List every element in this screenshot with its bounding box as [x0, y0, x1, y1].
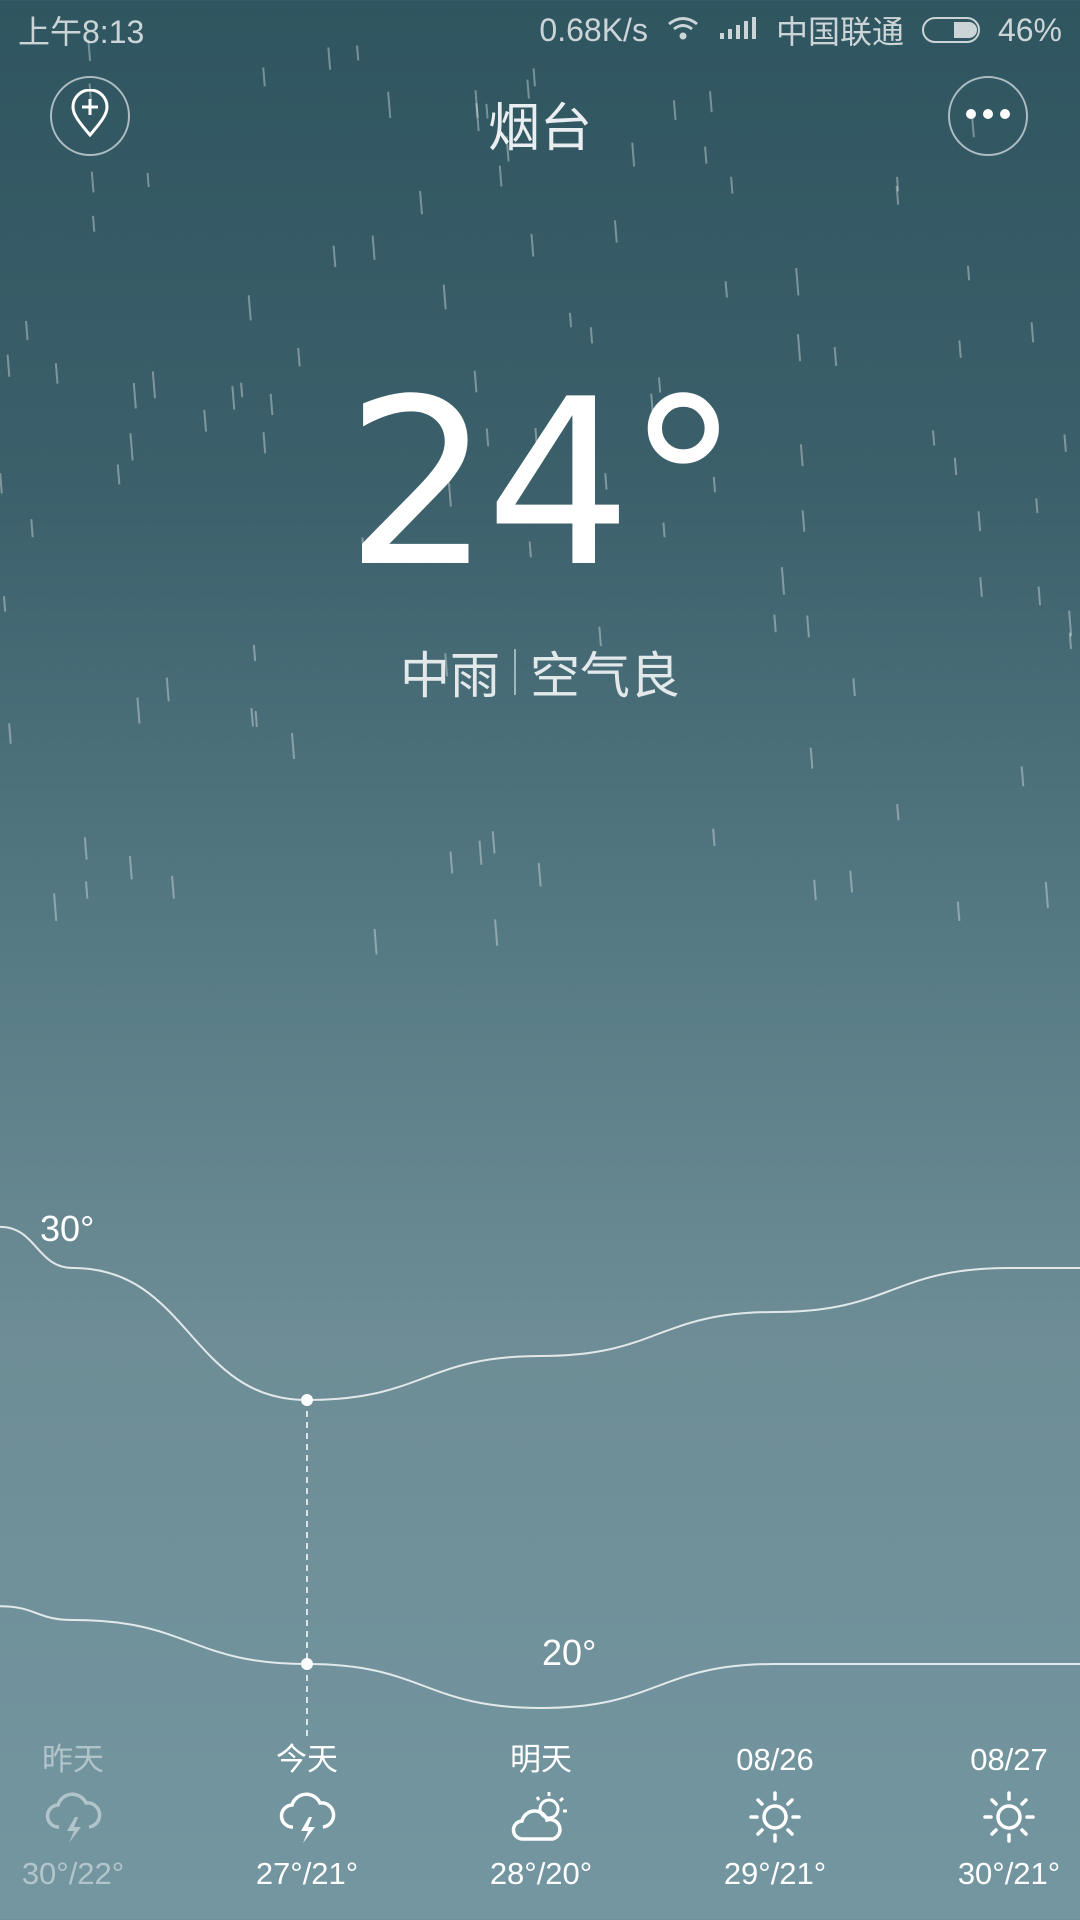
- weather-condition: 中雨: [400, 648, 500, 704]
- current-temperature: 24°: [345, 351, 741, 618]
- rain-streak: [332, 245, 337, 268]
- rain-streak: [795, 267, 800, 296]
- divider: [514, 649, 516, 695]
- rain-streak: [966, 265, 971, 281]
- rain-streak: [90, 171, 95, 193]
- forecast-temp-range: 29°/21°: [723, 1856, 827, 1891]
- rain-streak: [297, 347, 301, 367]
- low-temp-line: [0, 1605, 1080, 1710]
- rain-streak: [530, 233, 535, 257]
- more-options-button[interactable]: [948, 76, 1028, 156]
- today-low-point: [301, 1658, 313, 1670]
- rain-streak: [171, 875, 175, 899]
- network-speed: 0.68K/s: [539, 11, 648, 48]
- rain-streak: [290, 732, 296, 760]
- rain-streak: [85, 881, 89, 899]
- forecast-day-label: 昨天: [42, 1742, 104, 1777]
- today-high-point: [301, 1394, 313, 1406]
- rain-streak: [589, 327, 594, 344]
- rain-streak: [128, 855, 133, 880]
- wifi-icon: [666, 12, 700, 49]
- forecast-day-label: 08/26: [736, 1742, 814, 1777]
- rain-streak: [537, 862, 542, 887]
- rain-streak: [773, 614, 777, 633]
- temperature-chart: [0, 1225, 1080, 1740]
- forecast-day-label: 08/27: [970, 1742, 1048, 1777]
- battery-percent: 46%: [997, 11, 1062, 48]
- rain-streak: [250, 708, 254, 727]
- rain-streak: [25, 320, 29, 341]
- rain-streak: [494, 919, 499, 946]
- rain-streak: [712, 828, 716, 847]
- forecast-temp-range: 30°/22°: [21, 1856, 125, 1891]
- signal-icon: [718, 12, 758, 49]
- rain-streak: [8, 723, 12, 744]
- rain-streak: [849, 870, 854, 893]
- forecast-temp-range: 27°/21°: [255, 1856, 359, 1891]
- rain-streak: [833, 346, 838, 367]
- forecast-temp-range: 30°/21°: [957, 1856, 1061, 1891]
- forecast-day[interactable]: 昨天 30°/22°: [0, 1740, 163, 1892]
- battery-icon: [921, 17, 980, 43]
- thunder-rain-icon: [0, 1782, 163, 1852]
- sun-icon: [919, 1782, 1080, 1852]
- forecast-day[interactable]: 08/27 30°/21°: [919, 1740, 1080, 1892]
- forecast-day[interactable]: 08/26 29°/21°: [685, 1740, 865, 1892]
- rain-streak: [896, 804, 900, 821]
- forecast-day[interactable]: 明天 28°/20°: [451, 1740, 631, 1892]
- rain-streak: [371, 235, 376, 260]
- rain-streak: [53, 893, 58, 922]
- rain-streak: [247, 295, 252, 321]
- rain-streak: [498, 165, 503, 187]
- sun-icon: [685, 1782, 865, 1852]
- rain-streak: [491, 831, 496, 854]
- high-temp-line: [0, 1225, 1080, 1402]
- rain-streak: [1030, 322, 1035, 343]
- rain-streak: [1068, 610, 1073, 637]
- rain-streak: [724, 281, 728, 298]
- rain-streak: [478, 840, 483, 865]
- rain-streak: [956, 901, 961, 922]
- more-dots-icon: [965, 107, 1011, 125]
- status-time: 上午8:13: [18, 14, 145, 50]
- carrier-name: 中国联通: [775, 14, 904, 50]
- rain-streak: [449, 851, 454, 874]
- forecast-day-label: 明天: [510, 1742, 572, 1777]
- rain-streak: [568, 312, 573, 328]
- current-conditions: 中雨 空气良: [0, 636, 1080, 708]
- forecast-day-label: 今天: [276, 1742, 338, 1777]
- rain-streak: [83, 837, 88, 860]
- rain-streak: [730, 176, 734, 194]
- rain-streak: [1044, 881, 1049, 909]
- partly-cloudy-icon: [451, 1782, 631, 1852]
- rain-streak: [613, 220, 618, 243]
- city-title: 烟台: [487, 100, 592, 158]
- rain-streak: [809, 747, 814, 769]
- rain-streak: [442, 284, 447, 310]
- rain-streak: [419, 190, 423, 215]
- thunder-rain-icon: [217, 1782, 397, 1852]
- rain-streak: [254, 710, 258, 727]
- rain-streak: [813, 879, 817, 901]
- rain-streak: [146, 172, 150, 188]
- rain-streak: [373, 928, 378, 955]
- rain-streak: [532, 68, 536, 87]
- rain-streak: [1020, 766, 1025, 787]
- air-quality: 空气良: [530, 648, 680, 704]
- rain-streak: [806, 615, 810, 638]
- rain-streak: [262, 67, 266, 87]
- rain-streak: [796, 334, 802, 362]
- status-bar: 上午8:13 0.68K/s 中国联通 46%: [0, 0, 1080, 60]
- forecast-day[interactable]: 今天 27°/21°: [217, 1740, 397, 1892]
- rain-streak: [92, 215, 96, 232]
- rain-streak: [958, 340, 962, 358]
- forecast-temp-range: 28°/20°: [489, 1856, 593, 1891]
